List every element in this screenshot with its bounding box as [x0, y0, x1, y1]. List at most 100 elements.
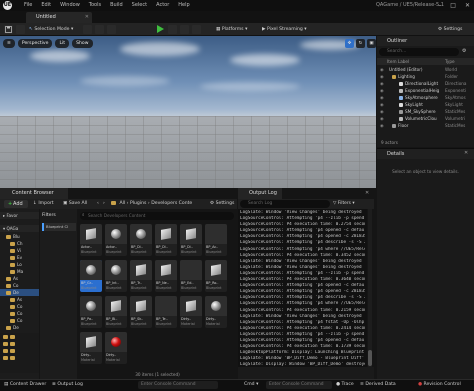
outliner-row[interactable]: ◉ Untitled (Editor) World — [377, 66, 474, 73]
eye-icon[interactable]: ◉ — [380, 87, 384, 94]
mode-icon[interactable] — [83, 25, 92, 34]
menu-actor[interactable]: Actor — [156, 0, 169, 11]
tab-outliner[interactable]: Outliner — [377, 36, 474, 46]
menu-edit[interactable]: Edit — [41, 0, 51, 11]
level-tab[interactable]: Untitled ✕ — [26, 12, 92, 23]
close-icon[interactable]: ✕ — [464, 150, 468, 156]
gear-icon[interactable]: ⚙ — [462, 48, 470, 56]
log-search-input[interactable]: Search Log — [240, 200, 330, 208]
asset-tile[interactable]: BP_Pa.. Blueprint — [80, 296, 102, 328]
scale-icon[interactable]: ▣ — [367, 39, 376, 48]
log-filters-button[interactable]: ▽ Filters ▾ — [333, 200, 355, 208]
outliner-row[interactable]: ◉ SM_SkySphere StaticMes — [377, 108, 474, 115]
eye-icon[interactable]: ◉ — [380, 94, 384, 101]
blueprint-icon[interactable] — [95, 25, 104, 34]
play-icon[interactable] — [157, 25, 164, 33]
stop-icon[interactable] — [180, 25, 189, 34]
asset-tile[interactable]: Dirty.. Material — [80, 332, 102, 364]
asset-tile[interactable]: Actor.. Blueprint — [80, 224, 102, 256]
menu-select[interactable]: Select — [132, 0, 147, 11]
asset-tile[interactable]: BP_Te.. Blueprint — [155, 296, 177, 328]
asset-tile[interactable]: Actor.. Blueprint — [105, 224, 127, 256]
breadcrumb-developers[interactable]: Developers Conte — [151, 201, 192, 206]
outliner-row[interactable]: ◉ ExponentialHeig Exponenti — [377, 87, 474, 94]
tree-folder[interactable]: Ev — [0, 254, 39, 261]
tab-output-log[interactable]: Output Log — [238, 188, 282, 199]
asset-tile[interactable]: Dirty.. Material — [205, 296, 227, 328]
cinematics-icon[interactable] — [107, 25, 116, 34]
pixel-streaming-button[interactable]: ▶ Pixel Streaming ▾ — [262, 25, 307, 34]
tree-folder[interactable]: Co — [0, 317, 39, 324]
asset-tile[interactable]: BP_Sk.. Blueprint — [130, 296, 152, 328]
eye-icon[interactable]: ◉ — [380, 122, 384, 129]
tab-content-browser[interactable]: Content Browser — [0, 188, 68, 199]
outliner-row[interactable]: ◉ SkyLight SkyLight — [377, 101, 474, 108]
tree-folder[interactable]: Blu — [0, 233, 39, 240]
content-search-input[interactable]: Search Developers Content — [80, 212, 234, 220]
breadcrumb-plugins[interactable]: Plugins — [130, 201, 146, 206]
asset-tile[interactable]: BP_Gr.. Blueprint — [80, 260, 102, 292]
filter-chip-blueprint[interactable]: Blueprint Cl — [42, 223, 76, 231]
outliner-row[interactable]: ◉ DirectionalLight Directiona — [377, 80, 474, 87]
console-command-input[interactable]: Enter Console Command — [138, 381, 218, 389]
log-scrollbar-thumb[interactable] — [368, 350, 372, 366]
tree-folder-selected[interactable]: De — [0, 289, 39, 296]
lit-button[interactable]: Lit — [55, 39, 70, 48]
history-forward-icon[interactable]: › — [103, 200, 105, 208]
asset-tile[interactable]: BP_Di.. Blueprint — [130, 224, 152, 256]
asset-tile[interactable]: BP_Ro.. Blueprint — [205, 260, 227, 292]
more-options-icon[interactable] — [192, 25, 201, 34]
asset-tile[interactable]: BP_Ed.. Blueprint — [180, 260, 202, 292]
outliner-row[interactable]: ◉ Floor StaticMes — [377, 122, 474, 129]
close-icon[interactable]: ✕ — [365, 190, 369, 196]
asset-tile[interactable]: BP_Int.. Blueprint — [105, 260, 127, 292]
tree-folder[interactable]: Ma — [0, 268, 39, 275]
import-button[interactable]: ↓ Import — [33, 200, 54, 208]
tree-folder[interactable]: Co — [0, 310, 39, 317]
menu-build[interactable]: Build — [110, 0, 123, 11]
menu-help[interactable]: Help — [178, 0, 189, 11]
asset-tile[interactable]: Dirty.. Material — [105, 332, 127, 364]
history-back-icon[interactable]: ‹ — [97, 200, 99, 208]
asset-tile[interactable]: Dirty.. Material — [180, 296, 202, 328]
level-viewport[interactable] — [0, 36, 376, 188]
show-button[interactable]: Show — [72, 39, 93, 48]
eye-icon[interactable]: ◉ — [380, 80, 384, 87]
eye-icon[interactable]: ◉ — [380, 73, 384, 80]
eye-icon[interactable]: ◉ — [380, 108, 384, 115]
skip-icon[interactable] — [168, 25, 177, 34]
save-all-button[interactable]: ▣ Save All — [63, 200, 87, 208]
menu-tools[interactable]: Tools — [89, 0, 101, 11]
minimize-icon[interactable]: – — [438, 0, 441, 11]
asset-tile[interactable]: BP_Di.. Blueprint — [155, 224, 177, 256]
content-icon[interactable] — [16, 25, 25, 34]
platforms-button[interactable]: ▦ Platforms ▾ — [216, 25, 247, 34]
tree-folder[interactable]: As — [0, 296, 39, 303]
menu-window[interactable]: Window — [60, 0, 80, 11]
close-icon[interactable]: ✕ — [465, 0, 470, 11]
project-root[interactable]: ▾ QAGa — [0, 225, 39, 232]
revision-control-button[interactable]: ● Revision Control — [418, 379, 461, 391]
tree-folder[interactable]: Vi — [0, 247, 39, 254]
unreal-logo-icon[interactable]: UE — [3, 1, 12, 10]
asset-tile[interactable]: BP_Ne.. Blueprint — [155, 260, 177, 292]
outliner-row[interactable]: ◉ VolumetricClou Volumetri — [377, 115, 474, 122]
asset-tile[interactable]: BP_Tr.. Blueprint — [130, 260, 152, 292]
tree-folder[interactable]: Ch — [0, 240, 39, 247]
favorites-section[interactable]: ▸ Favor — [0, 212, 39, 219]
tree-folder[interactable]: As — [0, 275, 39, 282]
asset-tile[interactable]: BP_Di.. Blueprint — [180, 224, 202, 256]
eye-icon[interactable]: ◉ — [380, 66, 384, 73]
output-log-button[interactable]: ≣ Output Log — [52, 379, 83, 391]
tab-details[interactable]: Details — [377, 149, 474, 159]
tree-folder[interactable]: De — [0, 324, 39, 331]
breadcrumb-all[interactable]: All — [119, 201, 125, 206]
outliner-search-input[interactable]: Search... — [379, 48, 459, 56]
tree-folder[interactable]: Co — [0, 282, 39, 289]
rotate-icon[interactable]: ↻ — [356, 39, 365, 48]
tab-close-icon[interactable]: ✕ — [85, 12, 89, 23]
asset-tile[interactable]: BP_Ac.. Blueprint — [205, 224, 227, 256]
translate-icon[interactable]: ✥ — [345, 39, 354, 48]
selection-mode-button[interactable]: ↖ Selection Mode ▾ — [29, 25, 73, 34]
cmd-selector[interactable]: Cmd ▾ — [244, 379, 258, 391]
